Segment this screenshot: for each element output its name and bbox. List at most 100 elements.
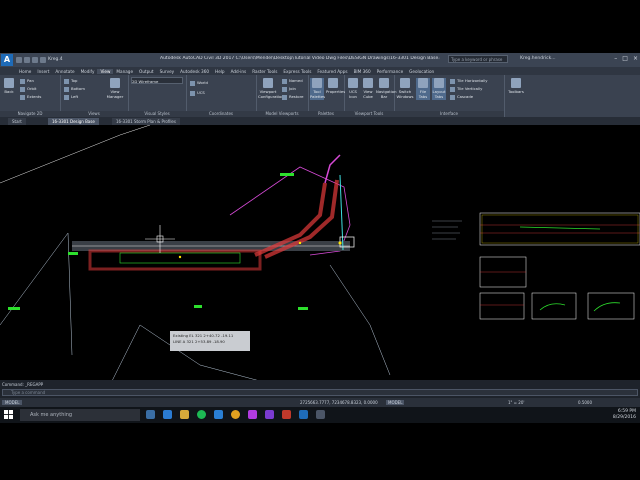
drawing-canvas[interactable]: Existing EL 321 2+40.72 -19.11 LINE A 32… — [0, 124, 640, 423]
navigation-bar-button[interactable]: Navigation Bar — [376, 78, 396, 100]
named-viewports-button[interactable]: Named — [282, 77, 303, 84]
command-input[interactable]: Type a command — [2, 389, 638, 396]
tab-view[interactable]: View — [97, 68, 114, 74]
pan-button[interactable]: Pan — [20, 77, 34, 84]
tile-vertically-button[interactable]: Tile Vertically — [450, 85, 482, 92]
annotation-scale[interactable]: 1" = 20' — [508, 400, 524, 405]
spotify-icon[interactable] — [197, 410, 206, 419]
minimize-icon[interactable]: – — [614, 55, 617, 62]
view-manager-button[interactable]: View Manager — [106, 78, 124, 100]
tab-help[interactable]: Help — [212, 69, 228, 74]
command-history: Command: _REGAPP — [2, 382, 44, 387]
file-tabs-button[interactable]: File Tabs — [416, 78, 430, 100]
coordinates-readout: 2725663.7777, 7234678.8323, 0.0000 — [300, 400, 378, 405]
property-line-3 — [329, 264, 391, 376]
tooltip-row: LINE A 321 2+53.89 -18.90 — [173, 339, 225, 344]
switch-windows-button[interactable]: Switch Windows — [396, 78, 414, 100]
tab-insert[interactable]: Insert — [34, 69, 52, 74]
yellow-node — [178, 255, 182, 259]
user-account[interactable]: Kreg.hendrick... — [520, 56, 556, 61]
properties-button[interactable]: Properties — [326, 78, 345, 100]
layout-tabs-button[interactable]: Layout Tabs — [432, 78, 446, 100]
save-icon[interactable] — [32, 57, 38, 63]
tab-start[interactable]: Start — [8, 118, 26, 125]
new-icon[interactable] — [16, 57, 22, 63]
cascade-button[interactable]: Cascade — [450, 93, 473, 100]
model-space-toggle[interactable]: MODEL — [386, 400, 405, 405]
tab-survey[interactable]: Survey — [157, 69, 178, 74]
settings-icon[interactable] — [316, 410, 325, 419]
view-top-button[interactable]: Top — [64, 77, 77, 84]
switch-windows-icon — [400, 78, 410, 88]
task-view-icon[interactable] — [146, 410, 155, 419]
orbit-button[interactable]: Orbit — [20, 85, 37, 92]
tab-home[interactable]: Home — [16, 69, 34, 74]
civil3d-icon[interactable] — [299, 410, 308, 419]
search-input[interactable]: Type a keyword or phrase — [448, 55, 508, 63]
green-label — [68, 252, 78, 255]
windows-taskbar: Ask me anything 6:59 PM 8/29/2016 — [0, 407, 640, 423]
title-bar: A Kreg.4 Autodesk AutoCAD Civil 3D 2017 … — [0, 53, 640, 67]
named-icon — [282, 78, 287, 84]
taskbar-search[interactable]: Ask me anything — [20, 409, 140, 421]
tab-performance[interactable]: Performance — [374, 69, 407, 74]
autocad-icon[interactable] — [282, 410, 291, 419]
interface-group: Switch Windows File Tabs Layout Tabs Til… — [394, 75, 505, 117]
tab-annotate[interactable]: Annotate — [52, 69, 77, 74]
clock-date[interactable]: 8/29/2016 — [613, 415, 636, 421]
app-icon[interactable] — [248, 410, 257, 419]
tab-autodesk-360[interactable]: Autodesk 360 — [177, 69, 212, 74]
tab-geolocation[interactable]: Geolocation — [406, 69, 437, 74]
ucs-world-button[interactable]: World — [190, 79, 208, 86]
tab-add-ins[interactable]: Add-ins — [228, 69, 250, 74]
navigation-bar-icon — [379, 78, 389, 88]
tab-modify[interactable]: Modify — [78, 69, 98, 74]
chrome-icon[interactable] — [231, 410, 240, 419]
properties-icon — [328, 78, 338, 88]
view-bottom-button[interactable]: Bottom — [64, 85, 85, 92]
extents-button[interactable]: Extents — [20, 93, 41, 100]
windows-start-icon[interactable] — [4, 410, 13, 419]
profile-sheet-small-4 — [587, 292, 635, 320]
undo-icon[interactable] — [40, 57, 46, 63]
toolbars-button[interactable]: Toolbars — [507, 78, 525, 100]
viewport-icon — [263, 78, 273, 88]
maximize-icon[interactable]: □ — [622, 55, 628, 62]
tooltip-popup: Existing EL 321 2+40.72 -19.11 LINE A 32… — [170, 331, 250, 351]
viewport-configuration-button[interactable]: Viewport Configuration — [258, 78, 284, 100]
tab-output[interactable]: Output — [136, 69, 157, 74]
store-icon[interactable] — [214, 410, 223, 419]
onenote-icon[interactable] — [265, 410, 274, 419]
ucs-icon-button[interactable]: UCS Icon — [346, 78, 360, 100]
tile-horizontally-button[interactable]: Tile Horizontally — [450, 77, 488, 84]
tab-featured-apps[interactable]: Featured Apps — [314, 69, 350, 74]
model-tab[interactable]: MODEL — [2, 400, 23, 405]
edge-icon[interactable] — [163, 410, 172, 419]
view-left-button[interactable]: Left — [64, 93, 78, 100]
tab-express-tools[interactable]: Express Tools — [280, 69, 314, 74]
tab-manage[interactable]: Manage — [113, 69, 136, 74]
orbit-icon — [20, 86, 25, 92]
tab-design-base[interactable]: 16-3301 Design Base — [48, 118, 99, 125]
boundary-line — [0, 124, 151, 184]
restore-viewports-button[interactable]: Restore — [282, 93, 303, 100]
profile-sheet-small-3 — [531, 292, 577, 320]
top-view-icon — [64, 78, 69, 84]
ucs-button[interactable]: UCS — [190, 89, 205, 96]
close-icon[interactable]: × — [633, 55, 638, 62]
tab-storm-plan-profiles[interactable]: 16-3301 Storm Plan & Profiles — [112, 118, 180, 125]
join-viewports-button[interactable]: Join — [282, 85, 296, 92]
zoom-readout[interactable]: 0.5000 — [578, 400, 592, 405]
view-cube-button[interactable]: View Cube — [361, 78, 375, 100]
application-menu-button[interactable]: A — [1, 54, 13, 66]
views-group: Top Bottom Left View Manager Views — [60, 75, 129, 117]
file-explorer-icon[interactable] — [180, 410, 189, 419]
tool-palettes-button[interactable]: Tool Palettes — [310, 78, 325, 100]
visual-style-dropdown[interactable]: 2D Wireframe — [131, 77, 183, 84]
tab-bim-360[interactable]: BIM 360 — [351, 69, 374, 74]
tab-raster-tools[interactable]: Raster Tools — [249, 69, 280, 74]
workspace-label[interactable]: Kreg.4 — [48, 57, 63, 63]
layout-tabs-icon — [434, 78, 444, 88]
back-button[interactable]: Back — [2, 78, 16, 100]
open-icon[interactable] — [24, 57, 30, 63]
